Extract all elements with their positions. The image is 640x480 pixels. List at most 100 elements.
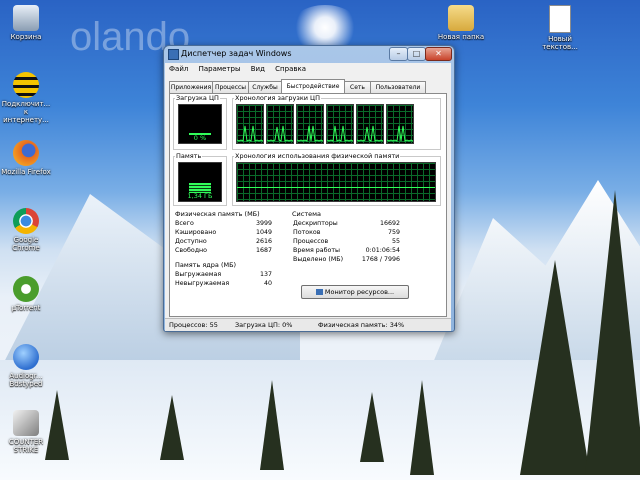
stat-row: Свободно 1687 <box>175 247 272 255</box>
tab-performance[interactable]: Быстродействие <box>281 79 345 94</box>
desktop-icon-chrome[interactable]: Google Chrome <box>0 208 52 252</box>
stat-key: Процессов <box>293 238 329 245</box>
stat-row: Доступно 2616 <box>175 238 272 246</box>
memory-history-label: Хронология использования физической памя… <box>234 152 401 160</box>
title-bar[interactable]: Диспетчер задач Windows – □ ✕ <box>164 46 454 62</box>
desktop-icon-internet-connection[interactable]: Подключит... к интернету... <box>0 72 52 124</box>
stat-value: 40 <box>263 280 272 287</box>
memory-history-graph <box>236 162 436 202</box>
cpu-usage-value: 0 % <box>193 134 207 142</box>
desktop-icon-new-text-file[interactable]: Новый текстов... <box>534 5 586 51</box>
desktop-icon-new-folder[interactable]: Новая папка <box>435 5 487 41</box>
kernel-memory-title: Память ядра (МБ) <box>174 261 238 269</box>
menu-options[interactable]: Параметры <box>195 63 245 73</box>
stat-row: Время работы 0:01:06:54 <box>293 247 400 255</box>
pine-tree <box>160 395 184 460</box>
folder-icon <box>448 5 474 31</box>
desktop-icon-label: Audiogr... Bdstyped <box>9 372 43 388</box>
cpu-history-line <box>327 125 353 142</box>
tab-applications[interactable]: Приложения <box>169 81 213 93</box>
stat-key: Потоков <box>293 229 321 236</box>
task-manager-window[interactable]: Диспетчер задач Windows – □ ✕ Файл Парам… <box>163 45 455 332</box>
status-cpu: Загрузка ЦП: 0% <box>235 321 293 329</box>
system-title: Система <box>291 210 323 218</box>
window-title: Диспетчер задач Windows <box>181 49 292 58</box>
pine-tree <box>260 380 284 470</box>
menu-file[interactable]: Файл <box>165 63 192 73</box>
stat-key: Доступно <box>175 238 207 245</box>
stat-value: 759 <box>387 229 400 236</box>
memory-history-line <box>237 187 435 188</box>
stat-key: Выгружаемая <box>175 271 222 278</box>
stat-row: Кэшировано 1049 <box>175 229 272 237</box>
cpu-history-label: Хронология загрузки ЦП <box>234 94 321 102</box>
stat-row: Всего 3999 <box>175 220 272 228</box>
memory-label: Память <box>175 152 203 160</box>
menu-bar: Файл Параметры Вид Справка <box>165 63 451 75</box>
stat-value: 55 <box>391 238 400 245</box>
desktop-icon-utorrent[interactable]: µTorrent <box>0 276 52 312</box>
desktop-icon-recycle-bin[interactable]: Корзина <box>0 5 52 41</box>
cpu-history-line <box>267 125 293 142</box>
cpu-history-line <box>297 125 323 142</box>
tab-users[interactable]: Пользователи <box>370 81 426 93</box>
chrome-icon <box>13 208 39 234</box>
cpu-history-graph-core-5 <box>356 104 384 144</box>
cpu-history-line <box>387 125 413 142</box>
resource-monitor-button[interactable]: Монитор ресурсов... <box>301 285 409 299</box>
cpu-history-line <box>357 125 383 142</box>
resource-monitor-label: Монитор ресурсов... <box>324 288 395 296</box>
text-file-icon <box>549 5 571 33</box>
sun-glare <box>290 5 360 50</box>
task-manager-icon <box>168 49 179 60</box>
desktop-icon-label: Новый текстов... <box>542 35 578 51</box>
counter-strike-icon <box>13 410 39 436</box>
cpu-history-line <box>237 125 263 142</box>
firefox-icon <box>13 140 39 166</box>
stat-value: 16692 <box>379 220 400 227</box>
stat-value: 1049 <box>255 229 272 236</box>
desktop-icon-audio-app[interactable]: Audiogr... Bdstyped <box>0 344 52 388</box>
stat-row: Выделено (МБ) 1768 / 7996 <box>293 256 400 264</box>
desktop-icon-firefox[interactable]: Mozilla Firefox <box>0 140 52 176</box>
stat-row: Потоков 759 <box>293 229 400 237</box>
status-memory: Физическая память: 34% <box>318 321 405 329</box>
stat-value: 137 <box>259 271 272 278</box>
minimize-button[interactable]: – <box>389 47 408 61</box>
window-body: Приложения Процессы Службы Быстродействи… <box>165 75 451 318</box>
memory-meter: 1,34 ГБ <box>178 162 222 202</box>
performance-panel: Загрузка ЦП 0 % Хронология загрузки ЦП П… <box>169 93 447 317</box>
physical-memory-title: Физическая память (МБ) <box>174 210 261 218</box>
cpu-history-graph-core-2 <box>266 104 294 144</box>
desktop-icon-label: µTorrent <box>11 304 41 312</box>
beeline-icon <box>13 72 39 98</box>
desktop-icon-label: Корзина <box>10 33 42 41</box>
tab-services[interactable]: Службы <box>248 81 282 93</box>
stat-row: Процессов 55 <box>293 238 400 246</box>
desktop-icon-label: Google Chrome <box>12 236 40 252</box>
recycle-bin-icon <box>13 5 39 31</box>
stat-key: Кэшировано <box>175 229 217 236</box>
desktop-icon-counter-strike[interactable]: COUNTER STRIKE <box>0 410 52 454</box>
menu-help[interactable]: Справка <box>271 63 310 73</box>
stat-value: 1687 <box>255 247 272 254</box>
maximize-button[interactable]: □ <box>407 47 426 61</box>
tab-processes[interactable]: Процессы <box>212 81 249 93</box>
stat-value: 2616 <box>255 238 272 245</box>
desktop-icon-label: Mozilla Firefox <box>1 168 51 176</box>
stat-key: Невыгружаемая <box>175 280 230 287</box>
utorrent-icon <box>13 276 39 302</box>
tab-network[interactable]: Сеть <box>344 81 371 93</box>
cpu-history-graph-core-3 <box>296 104 324 144</box>
menu-view[interactable]: Вид <box>247 63 269 73</box>
cpu-usage-meter: 0 % <box>178 104 222 144</box>
close-button[interactable]: ✕ <box>425 47 452 61</box>
stat-value: 3999 <box>255 220 272 227</box>
stat-key: Выделено (МБ) <box>293 256 344 263</box>
desktop-icon-label: Подключит... к интернету... <box>1 100 51 124</box>
audio-app-icon <box>13 344 39 370</box>
resource-monitor-icon <box>315 289 323 295</box>
stat-key: Всего <box>175 220 194 227</box>
stat-value: 1768 / 7996 <box>361 256 400 263</box>
stat-row: Невыгружаемая 40 <box>175 280 272 288</box>
